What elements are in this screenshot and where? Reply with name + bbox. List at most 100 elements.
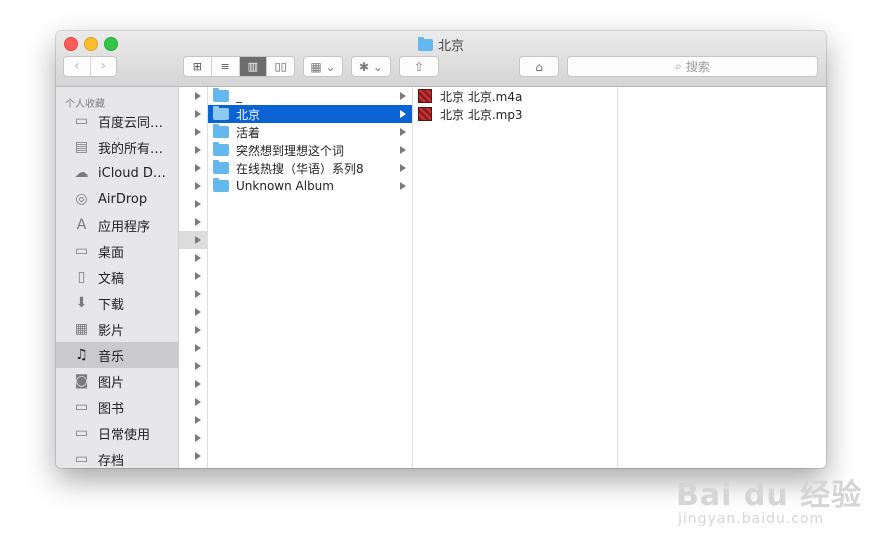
- sidebar-item-label: 影片: [98, 323, 125, 339]
- music-icon: ♫: [75, 347, 88, 363]
- sidebar-item-label: 音乐: [98, 349, 125, 365]
- share-icon: ⇧: [413, 59, 425, 74]
- sidebar-item-desktop[interactable]: ▭ 桌面: [56, 238, 178, 264]
- list-item[interactable]: [179, 105, 207, 123]
- tag-button[interactable]: ⌂: [519, 56, 559, 77]
- disclosure-arrow-icon: [195, 254, 201, 262]
- folder-label: 在线热搜（华语）系列8: [236, 161, 364, 176]
- disclosure-arrow-icon: [195, 326, 201, 334]
- folder-icon: ▭: [74, 425, 89, 441]
- disclosure-arrow-icon: [400, 182, 406, 190]
- disclosure-arrow-icon: [400, 110, 406, 118]
- audio-file-icon: [418, 107, 432, 121]
- applications-icon: A: [76, 217, 87, 233]
- list-item[interactable]: [179, 339, 207, 357]
- search-icon: ⌕: [675, 59, 682, 73]
- list-item[interactable]: [179, 303, 207, 321]
- folder-icon: [213, 88, 229, 102]
- disclosure-arrow-icon: [195, 416, 201, 424]
- action-button[interactable]: ✱ ⌄: [351, 56, 391, 77]
- list-item[interactable]: [179, 249, 207, 267]
- list-item[interactable]: [179, 87, 207, 105]
- sidebar-item-icloud[interactable]: ☁ iCloud D…: [56, 160, 178, 186]
- arrange-icon: ▦ ⌄: [310, 59, 336, 74]
- file-label: 北京 北京.mp3: [440, 107, 523, 122]
- forward-button[interactable]: ›: [91, 57, 117, 76]
- list-item[interactable]: [179, 411, 207, 429]
- disclosure-arrow-icon: [195, 92, 201, 100]
- sidebar-item-all-files[interactable]: ▤ 我的所有…: [56, 134, 178, 160]
- disclosure-arrow-icon: [195, 218, 201, 226]
- list-item[interactable]: [179, 447, 207, 465]
- music-column: [179, 87, 208, 468]
- cover-flow-button[interactable]: ▯▯: [267, 57, 294, 76]
- list-item[interactable]: [179, 321, 207, 339]
- list-item[interactable]: [179, 177, 207, 195]
- disclosure-arrow-icon: [195, 362, 201, 370]
- folder-row-huozhe[interactable]: 活着: [208, 123, 412, 141]
- folder-icon: ▭: [74, 451, 89, 467]
- sidebar-item-label: 图片: [98, 375, 125, 391]
- folder-row-online-hits[interactable]: 在线热搜（华语）系列8: [208, 159, 412, 177]
- file-row-mp3[interactable]: 北京 北京.mp3: [413, 105, 617, 123]
- folder-label: 突然想到理想这个词: [236, 143, 345, 158]
- folder-icon: ▭: [74, 113, 89, 129]
- list-item[interactable]: [179, 159, 207, 177]
- sidebar-item-applications[interactable]: A 应用程序: [56, 212, 178, 238]
- disclosure-arrow-icon: [195, 344, 201, 352]
- titlebar: 北京 ‹ › ⊞ ≡ ▥ ▯▯ ▦ ⌄ ✱ ⌄ ⇧ ⌂ ⌕ 搜索: [56, 31, 826, 87]
- sidebar-item-pictures[interactable]: ◙ 图片: [56, 368, 178, 394]
- folder-row-lixiang[interactable]: 突然想到理想这个词: [208, 141, 412, 159]
- list-item[interactable]: [179, 357, 207, 375]
- sidebar: 个人收藏 ▭ 百度云同… ▤ 我的所有… ☁ iCloud D… ◎ AirDr…: [56, 87, 179, 468]
- sidebar-item-books[interactable]: ▭ 图书: [56, 394, 178, 420]
- disclosure-arrow-icon: [195, 398, 201, 406]
- sidebar-item-label: 我的所有…: [98, 141, 164, 157]
- folder-row-beijing[interactable]: 北京: [208, 105, 412, 123]
- folder-row-unknown-album[interactable]: Unknown Album: [208, 177, 412, 195]
- sidebar-item-label: AirDrop: [98, 191, 148, 207]
- disclosure-arrow-icon: [195, 182, 201, 190]
- sidebar-item-documents[interactable]: ▯ 文稿: [56, 264, 178, 290]
- folder-icon: [213, 142, 229, 156]
- list-item[interactable]: [179, 267, 207, 285]
- disclosure-arrow-icon: [400, 128, 406, 136]
- file-column: 北京 北京.m4a 北京 北京.mp3: [413, 87, 618, 468]
- column-view-button[interactable]: ▥: [239, 57, 268, 76]
- sidebar-item-label: iCloud D…: [98, 165, 166, 181]
- sidebar-item-music[interactable]: ♫ 音乐: [56, 342, 178, 368]
- list-item[interactable]: [179, 393, 207, 411]
- sidebar-item-label: 文稿: [98, 271, 125, 287]
- list-item[interactable]: [179, 429, 207, 447]
- list-item-selected[interactable]: [179, 231, 207, 249]
- search-input[interactable]: ⌕ 搜索: [567, 56, 818, 77]
- sidebar-item-downloads[interactable]: ⬇ 下载: [56, 290, 178, 316]
- sidebar-item-label: 存档: [98, 453, 125, 469]
- sidebar-section-title: 个人收藏: [65, 99, 105, 110]
- list-item[interactable]: [179, 141, 207, 159]
- baidu-watermark: Bai du 经验: [676, 478, 863, 513]
- list-item[interactable]: [179, 195, 207, 213]
- arrange-button[interactable]: ▦ ⌄: [303, 56, 343, 77]
- disclosure-arrow-icon: [195, 290, 201, 298]
- disclosure-arrow-icon: [195, 380, 201, 388]
- sidebar-item-archive[interactable]: ▭ 存档: [56, 446, 178, 468]
- folder-row-underscore[interactable]: _: [208, 87, 412, 105]
- list-view-button[interactable]: ≡: [212, 57, 240, 76]
- back-button[interactable]: ‹: [64, 57, 91, 76]
- list-item[interactable]: [179, 375, 207, 393]
- icon-view-button[interactable]: ⊞: [184, 57, 212, 76]
- file-row-m4a[interactable]: 北京 北京.m4a: [413, 87, 617, 105]
- list-item[interactable]: [179, 123, 207, 141]
- sidebar-item-baidu-cloud[interactable]: ▭ 百度云同…: [56, 108, 178, 134]
- list-item[interactable]: [179, 285, 207, 303]
- sidebar-item-daily-use[interactable]: ▭ 日常使用: [56, 420, 178, 446]
- disclosure-arrow-icon: [195, 164, 201, 172]
- sidebar-item-movies[interactable]: ▦ 影片: [56, 316, 178, 342]
- disclosure-arrow-icon: [195, 146, 201, 154]
- share-button[interactable]: ⇧: [399, 56, 439, 77]
- disclosure-arrow-icon: [400, 164, 406, 172]
- sidebar-item-airdrop[interactable]: ◎ AirDrop: [56, 186, 178, 212]
- downloads-icon: ⬇: [75, 295, 88, 311]
- list-item[interactable]: [179, 213, 207, 231]
